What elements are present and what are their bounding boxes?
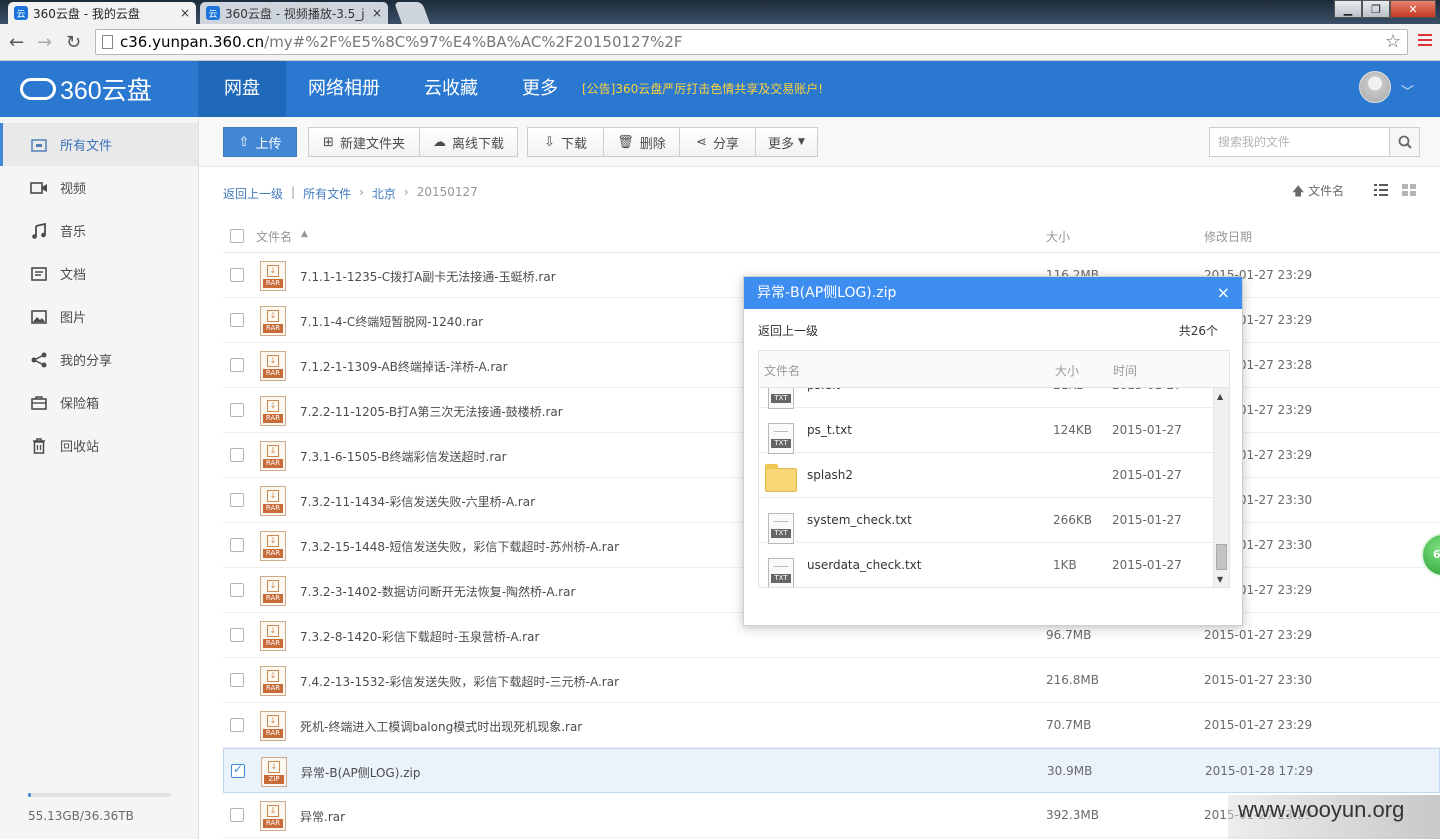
archive-item-size: 21KB bbox=[1053, 388, 1084, 392]
window-close-icon[interactable]: ✕ bbox=[1390, 0, 1436, 18]
minimize-icon[interactable]: ▁ bbox=[1334, 0, 1362, 18]
browser-menu-icon[interactable] bbox=[1418, 34, 1432, 46]
new-tab-button[interactable] bbox=[393, 2, 431, 24]
dialog-back-link[interactable]: 返回上一级 bbox=[758, 322, 818, 339]
avatar[interactable] bbox=[1359, 71, 1391, 103]
url-host: c36.yunpan.360.cn bbox=[120, 33, 265, 51]
archive-item-name[interactable]: userdata_check.txt bbox=[807, 558, 921, 572]
nav-more[interactable]: 更多 bbox=[500, 61, 580, 117]
maximize-icon[interactable]: ❐ bbox=[1362, 0, 1390, 18]
dialog-file-count: 共26个 bbox=[1178, 324, 1218, 338]
archive-item-name[interactable]: ps_t.txt bbox=[807, 423, 852, 437]
nav-wangpan[interactable]: 网盘 bbox=[198, 61, 286, 117]
app-header: 360云盘 网盘 网络相册 云收藏 更多 [公告]360云盘严厉打击色情共享及交… bbox=[0, 61, 1440, 117]
forward-arrow-icon[interactable]: → bbox=[37, 32, 52, 53]
browser-tab-video[interactable]: 云 360云盘 - 视频播放-3.5_j × bbox=[200, 2, 388, 24]
browser-tab-bar: 云 360云盘 - 我的云盘 × 云 360云盘 - 视频播放-3.5_j × … bbox=[0, 0, 1440, 24]
archive-scrollbar[interactable]: ▲ ▼ bbox=[1213, 388, 1229, 587]
txt-file-icon: TXT bbox=[768, 388, 794, 409]
archive-item-time: 2015-01-27 bbox=[1112, 513, 1182, 527]
browser-tab-active[interactable]: 云 360云盘 - 我的云盘 × bbox=[8, 2, 196, 24]
archive-item-time: 2015-01-27 bbox=[1112, 468, 1182, 482]
archive-list-item[interactable]: splash2 2015-01-27 bbox=[759, 453, 1214, 498]
archive-item-size: 1KB bbox=[1053, 558, 1077, 572]
archive-list-item[interactable]: TXT userdata_check.txt 1KB 2015-01-27 bbox=[759, 543, 1214, 587]
page-icon bbox=[102, 35, 113, 49]
archive-list-header: 文件名 大小 时间 bbox=[759, 351, 1229, 388]
file-type-tag: TXT bbox=[771, 529, 791, 538]
file-type-tag: TXT bbox=[771, 574, 791, 583]
cloud-favicon-icon: 云 bbox=[14, 6, 28, 20]
scrollbar-thumb[interactable] bbox=[1216, 544, 1227, 570]
chevron-down-icon[interactable]: ﹀ bbox=[1401, 81, 1414, 100]
archive-item-name[interactable]: ps.elt bbox=[807, 388, 840, 392]
tab-close-icon[interactable]: × bbox=[372, 6, 382, 20]
tab-close-icon[interactable]: × bbox=[180, 6, 190, 20]
archive-col-size: 大小 bbox=[1055, 364, 1080, 378]
file-type-tag: TXT bbox=[771, 394, 791, 403]
announcement-link[interactable]: [公告]360云盘严厉打击色情共享及交易账户! bbox=[582, 80, 823, 97]
cloud-favicon-icon: 云 bbox=[206, 6, 220, 20]
scroll-up-icon[interactable]: ▲ bbox=[1217, 392, 1223, 401]
file-type-tag: TXT bbox=[771, 439, 791, 448]
main-nav: 网盘 网络相册 云收藏 更多 bbox=[198, 61, 580, 117]
txt-file-icon: TXT bbox=[768, 558, 794, 587]
scroll-down-icon[interactable]: ▼ bbox=[1217, 575, 1223, 584]
url-path: /my#%2F%E5%8C%97%E4%BA%AC%2F20150127%2F bbox=[264, 33, 683, 51]
archive-list-item[interactable]: TXT system_check.txt 266KB 2015-01-27 bbox=[759, 498, 1214, 544]
archive-list-body[interactable]: TXT ps.elt 21KB 2015-01-27 TXT ps_t.txt 124KB 2… bbox=[759, 388, 1214, 587]
tab-title: 360云盘 - 视频播放-3.5_j bbox=[225, 6, 365, 21]
archive-item-name[interactable]: splash2 bbox=[807, 468, 853, 482]
close-icon[interactable]: × bbox=[1217, 277, 1230, 309]
archive-item-size: 266KB bbox=[1053, 513, 1093, 527]
logo-text: 360云盘 bbox=[60, 77, 152, 105]
archive-file-list: 文件名 大小 时间 TXT ps.elt 21KB 2015-01-27 TXT ps_t… bbox=[758, 350, 1230, 588]
cloud-logo-icon bbox=[20, 78, 56, 100]
dialog-header: 异常-B(AP侧LOG).zip × bbox=[744, 277, 1242, 309]
url-bar[interactable]: c36.yunpan.360.cn/my#%2F%E5%8C%97%E4%BA%… bbox=[95, 29, 1408, 55]
archive-item-name[interactable]: system_check.txt bbox=[807, 513, 912, 527]
archive-preview-dialog: 异常-B(AP侧LOG).zip × 返回上一级 共26个 文件名 大小 时间 … bbox=[743, 276, 1243, 626]
archive-list-item[interactable]: TXT ps_t.txt 124KB 2015-01-27 bbox=[759, 408, 1214, 454]
nav-album[interactable]: 网络相册 bbox=[286, 61, 402, 117]
folder-icon bbox=[765, 464, 797, 492]
window-controls: ▁ ❐ ✕ bbox=[1334, 0, 1436, 18]
txt-file-icon: TXT bbox=[768, 423, 794, 454]
archive-item-size: 124KB bbox=[1053, 423, 1093, 437]
archive-item-time: 2015-01-27 bbox=[1112, 558, 1182, 572]
archive-list-item[interactable]: TXT ps.elt 21KB 2015-01-27 bbox=[759, 388, 1214, 409]
back-arrow-icon[interactable]: ← bbox=[9, 32, 24, 53]
txt-file-icon: TXT bbox=[768, 513, 794, 544]
archive-item-time: 2015-01-27 bbox=[1112, 388, 1182, 392]
nav-favorites[interactable]: 云收藏 bbox=[402, 61, 500, 117]
archive-col-name: 文件名 bbox=[764, 364, 801, 378]
watermark: www.wooyun.org bbox=[1228, 795, 1440, 839]
address-toolbar: ← → ↻ c36.yunpan.360.cn/my#%2F%E5%8C%97%… bbox=[0, 24, 1440, 61]
tab-title: 360云盘 - 我的云盘 bbox=[33, 6, 140, 21]
reload-icon[interactable]: ↻ bbox=[66, 32, 81, 53]
archive-item-time: 2015-01-27 bbox=[1112, 423, 1182, 437]
dialog-title: 异常-B(AP侧LOG).zip bbox=[757, 285, 897, 301]
logo[interactable]: 360云盘 bbox=[20, 71, 152, 107]
bookmark-star-icon[interactable]: ☆ bbox=[1385, 30, 1401, 54]
archive-col-time: 时间 bbox=[1113, 364, 1138, 378]
